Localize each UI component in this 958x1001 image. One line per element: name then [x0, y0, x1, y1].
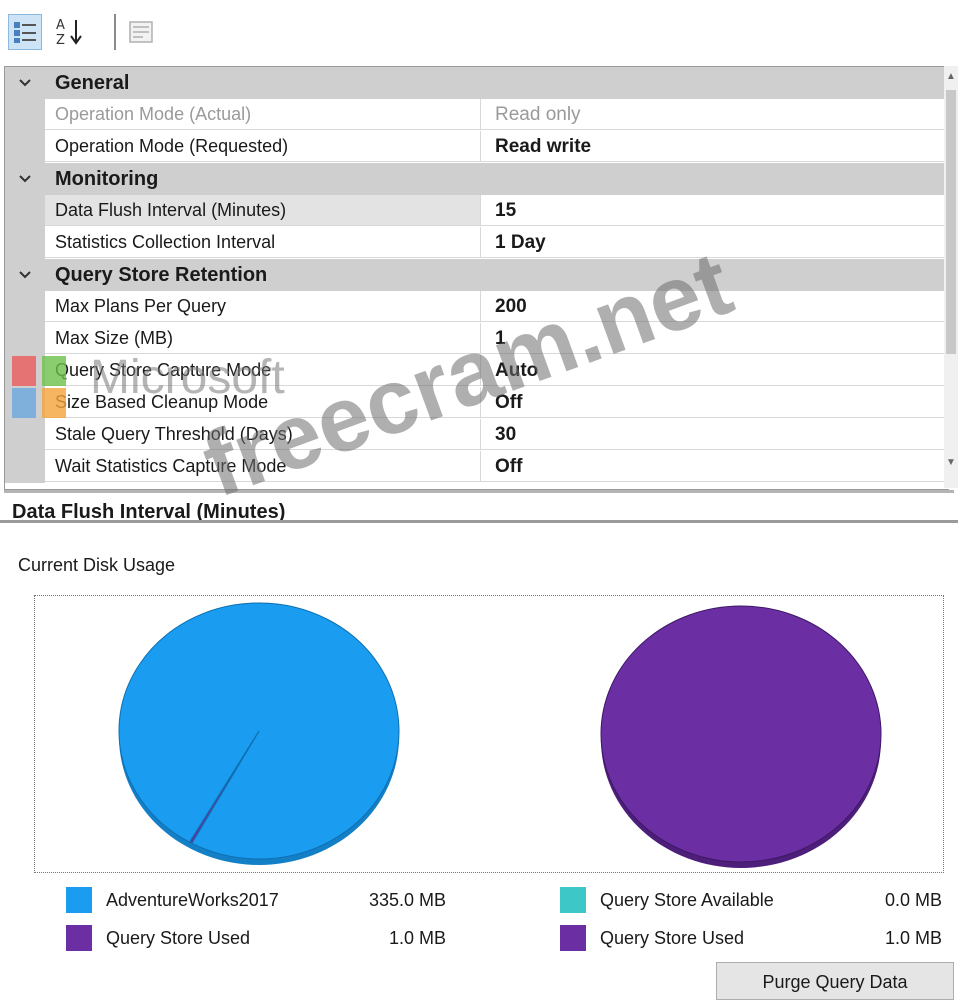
legend-swatch — [66, 925, 92, 951]
disk-usage-pie-charts — [118, 602, 882, 868]
legend-value: 1.0 MB — [388, 928, 446, 948]
logo-square-red — [12, 356, 36, 386]
legend-label: Query Store Used — [106, 928, 251, 948]
legend-value: 1.0 MB — [884, 928, 942, 948]
legend-value: 335.0 MB — [368, 890, 446, 910]
property-row[interactable]: Statistics Collection Interval 1 Day — [5, 227, 949, 259]
alphabetical-sort-button[interactable]: A Z — [54, 14, 88, 50]
scroll-down-icon[interactable]: ▼ — [946, 456, 956, 470]
property-description-panel: Data Flush Interval (Minutes) — [4, 490, 954, 523]
disk-usage-chart-area — [34, 595, 944, 873]
legend-label: Query Store Available — [600, 890, 774, 910]
legend-swatch — [560, 925, 586, 951]
property-name: Max Plans Per Query — [45, 291, 481, 322]
toolbar-separator — [114, 14, 116, 50]
property-value[interactable]: Off — [481, 451, 949, 482]
legend-item: Query Store Used 1.0 MB — [560, 923, 950, 953]
categorized-view-icon — [14, 22, 36, 43]
chevron-down-icon[interactable] — [5, 67, 45, 99]
legend-label: Query Store Used — [600, 928, 745, 948]
row-gutter — [5, 323, 45, 355]
property-grid-toolbar: A Z — [0, 0, 958, 66]
category-query-store-retention[interactable]: Query Store Retention — [5, 259, 949, 291]
disk-usage-title: Current Disk Usage — [18, 555, 176, 575]
property-row[interactable]: Operation Mode (Actual) Read only — [5, 99, 949, 131]
row-gutter — [5, 227, 45, 259]
legend-item: AdventureWorks2017 335.0 MB — [66, 885, 456, 915]
property-value[interactable]: 15 — [481, 195, 949, 226]
row-gutter — [5, 99, 45, 131]
chevron-down-icon[interactable] — [5, 163, 45, 195]
sort-alphabetical-icon: A Z — [56, 18, 82, 48]
legend-item: Query Store Available 0.0 MB — [560, 885, 950, 915]
row-gutter — [5, 195, 45, 227]
legend-swatch — [66, 887, 92, 913]
row-gutter — [5, 451, 45, 483]
property-row[interactable]: Data Flush Interval (Minutes) 15 — [5, 195, 949, 227]
category-general[interactable]: General — [5, 67, 949, 99]
row-gutter — [5, 419, 45, 451]
legend-swatch — [560, 887, 586, 913]
property-row[interactable]: Operation Mode (Requested) Read write — [5, 131, 949, 163]
category-label: Monitoring — [55, 168, 159, 190]
svg-text:A: A — [56, 18, 65, 33]
property-pages-icon — [129, 21, 153, 43]
category-label: General — [55, 72, 130, 94]
purge-query-data-button[interactable]: Purge Query Data — [716, 962, 954, 1000]
property-name: Data Flush Interval (Minutes) — [45, 195, 481, 226]
property-value[interactable]: Read write — [481, 131, 949, 162]
row-gutter — [5, 291, 45, 323]
disk-usage-panel: Current Disk Usage AdventureWorks2017 33… — [0, 525, 958, 1000]
logo-square-green — [42, 356, 66, 386]
property-row[interactable]: Wait Statistics Capture Mode Off — [5, 451, 949, 483]
logo-square-orange — [42, 388, 66, 418]
pie-slice — [600, 605, 882, 863]
legend-label: AdventureWorks2017 — [106, 890, 279, 910]
chevron-down-icon[interactable] — [5, 259, 45, 291]
pie-chart — [600, 605, 882, 868]
logo-square-blue — [12, 388, 36, 418]
panel-splitter[interactable] — [0, 520, 958, 523]
property-name: Operation Mode (Actual) — [45, 99, 481, 130]
property-name: Statistics Collection Interval — [45, 227, 481, 258]
scroll-up-icon[interactable]: ▲ — [946, 70, 956, 84]
property-value: Read only — [481, 99, 949, 130]
property-pages-button[interactable] — [124, 14, 158, 50]
property-value[interactable]: 30 — [481, 419, 949, 450]
legend-value: 0.0 MB — [884, 890, 942, 910]
legend-item: Query Store Used 1.0 MB — [66, 923, 456, 953]
row-gutter — [5, 131, 45, 163]
pie-chart — [118, 602, 400, 865]
category-label: Query Store Retention — [55, 264, 268, 286]
category-monitoring[interactable]: Monitoring — [5, 163, 949, 195]
scrollbar-thumb[interactable] — [946, 90, 956, 354]
svg-text:Z: Z — [56, 33, 65, 48]
categorized-view-button[interactable] — [8, 14, 42, 50]
property-name: Operation Mode (Requested) — [45, 131, 481, 162]
